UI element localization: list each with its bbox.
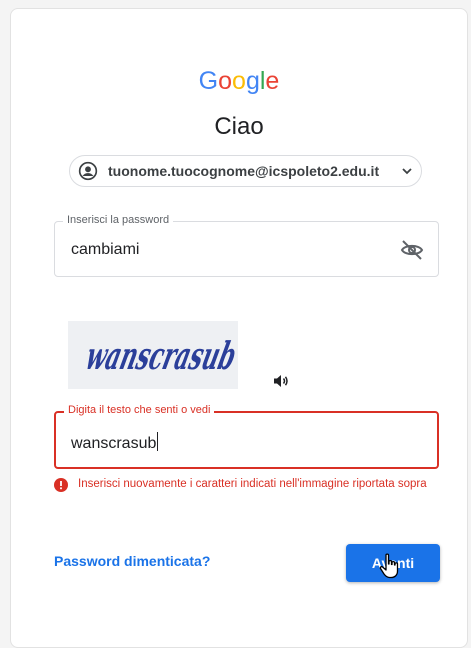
hand-cursor-icon [379, 553, 399, 579]
logo-letter: g [245, 67, 260, 95]
page-title: Ciao [214, 113, 264, 140]
logo-letter: G [198, 67, 219, 95]
password-input[interactable]: cambiami [71, 241, 139, 259]
error-icon [54, 478, 68, 492]
logo-letter: o [232, 67, 246, 95]
captcha-image: wanscrasub [68, 321, 238, 389]
chevron-down-icon [402, 168, 412, 175]
captcha-field[interactable]: Digita il testo che senti o vedi wanscra… [54, 404, 439, 469]
account-chip[interactable]: tuonome.tuocognome@icspoleto2.edu.it [69, 155, 422, 187]
password-field[interactable]: Inserisci la password cambiami [54, 214, 439, 277]
error-text: Inserisci nuovamente i caratteri indicat… [78, 478, 427, 490]
captcha-input-wrap[interactable]: wanscrasub [71, 432, 159, 453]
password-label: Inserisci la password [63, 214, 174, 226]
error-message: Inserisci nuovamente i caratteri indicat… [54, 477, 444, 492]
logo-letter: o [218, 67, 233, 95]
forgot-password-link[interactable]: Password dimenticata? [54, 553, 210, 569]
account-circle-icon [78, 161, 98, 181]
text-caret [157, 432, 159, 451]
captcha-input[interactable]: wanscrasub [71, 435, 156, 452]
google-logo: Google [11, 67, 467, 96]
account-email: tuonome.tuocognome@icspoleto2.edu.it [108, 163, 380, 179]
captcha-image-text: wanscrasub [82, 335, 238, 379]
signin-card: Google Ciao tuonome.tuocognome@icspoleto… [10, 8, 468, 648]
speaker-icon[interactable] [273, 373, 289, 389]
visibility-off-icon[interactable] [400, 238, 424, 262]
logo-letter: e [265, 67, 280, 95]
captcha-label: Digita il testo che senti o vedi [64, 404, 215, 416]
